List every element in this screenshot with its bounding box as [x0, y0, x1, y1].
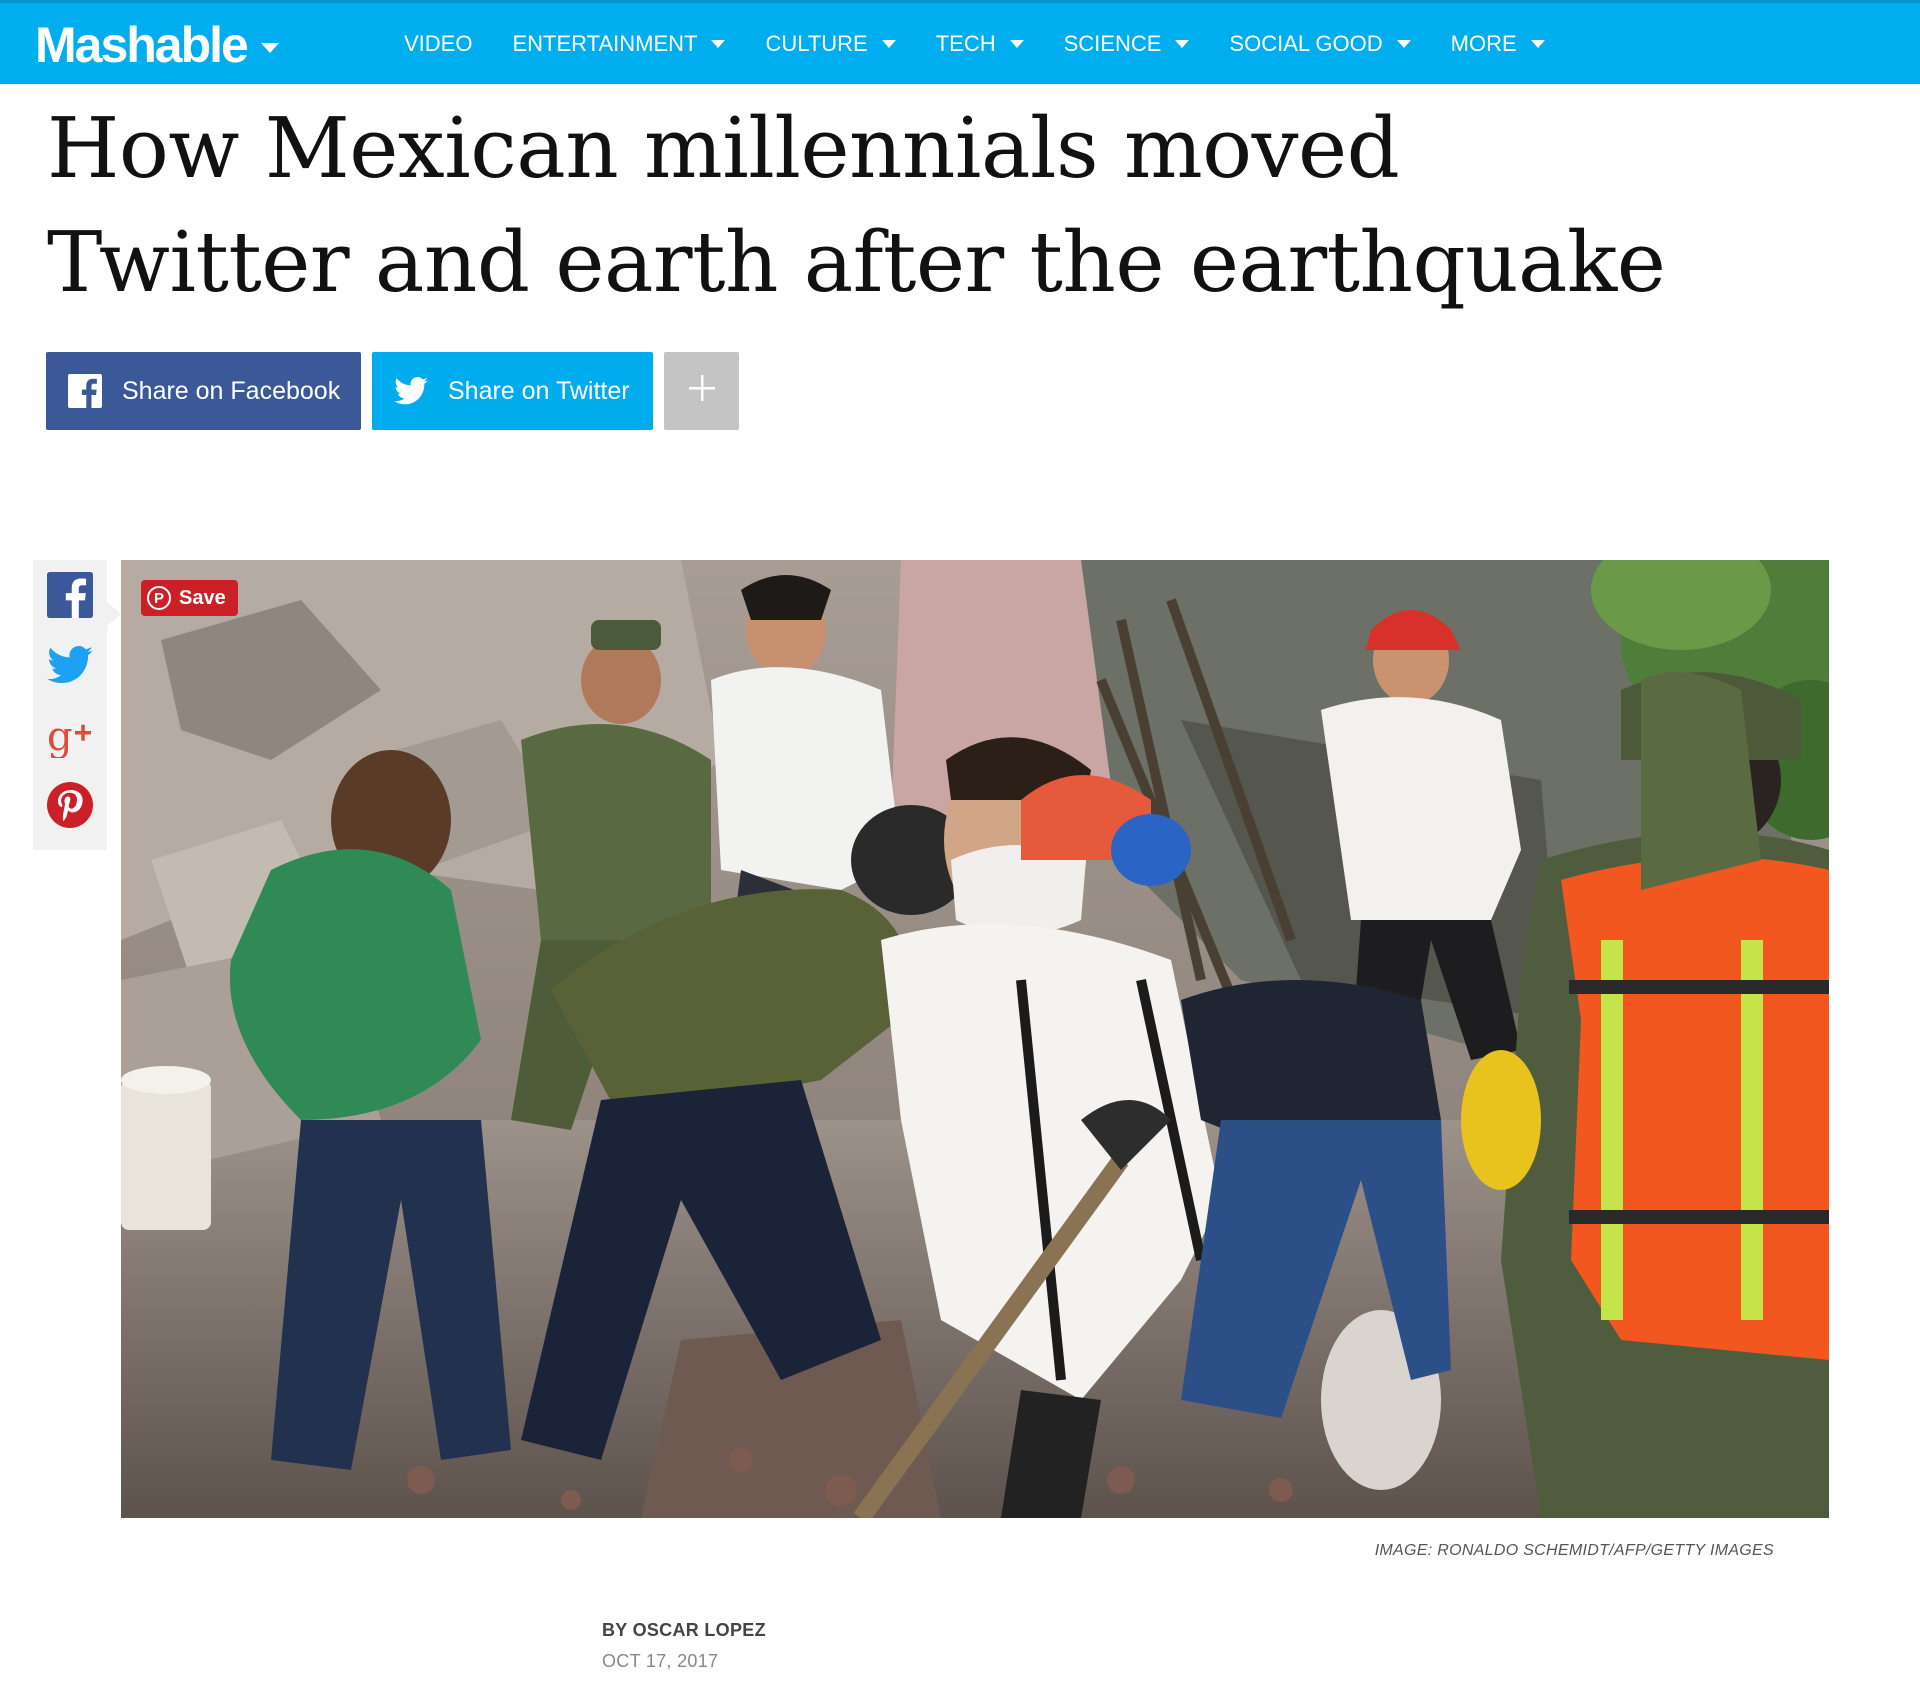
chevron-down-icon — [1009, 39, 1024, 48]
share-more-button[interactable] — [664, 352, 739, 430]
share-facebook-label: Share on Facebook — [122, 376, 341, 405]
chevron-down-icon — [711, 39, 726, 48]
nav-item-science[interactable]: SCIENCE — [1064, 31, 1190, 57]
top-nav-bar: Mashable VIDEO ENTERTAINMENT CULTURE TEC… — [0, 0, 1920, 84]
pinterest-save-button[interactable]: P Save — [141, 580, 238, 616]
author-byline[interactable]: BY OSCAR LOPEZ — [602, 1620, 766, 1641]
share-buttons: Share on Facebook Share on Twitter — [46, 352, 750, 430]
share-twitter-label: Share on Twitter — [448, 376, 630, 405]
image-caption: IMAGE: RONALDO SCHEMIDT/AFP/GETTY IMAGES — [1374, 1542, 1774, 1559]
chevron-down-icon — [1175, 39, 1190, 48]
pin-save-label: Save — [179, 586, 226, 609]
chevron-down-icon — [1396, 39, 1411, 48]
nav-item-label: ENTERTAINMENT — [512, 30, 698, 56]
facebook-icon — [68, 374, 102, 408]
side-share-pinterest[interactable] — [45, 781, 95, 834]
pinterest-icon — [46, 781, 94, 834]
nav-item-tech[interactable]: TECH — [936, 31, 1024, 57]
nav-item-label: SOCIAL GOOD — [1229, 30, 1383, 56]
nav-item-video[interactable]: VIDEO — [404, 31, 472, 57]
headline-line-2: Twitter and earth after the earthquake — [47, 214, 1666, 311]
share-facebook-button[interactable]: Share on Facebook — [46, 352, 361, 430]
article-headline: How Mexican millennials moved Twitter an… — [47, 92, 1807, 320]
nav-item-label: CULTURE — [765, 30, 868, 56]
plus-icon — [687, 373, 717, 410]
logo-chevron-down-icon[interactable] — [260, 43, 279, 53]
svg-text:g: g — [47, 714, 73, 758]
logo-text: Mashable — [35, 17, 249, 73]
pinterest-icon: P — [147, 586, 171, 610]
nav-item-culture[interactable]: CULTURE — [765, 30, 896, 57]
main-nav: VIDEO ENTERTAINMENT CULTURE TECH SCIENCE… — [404, 3, 1585, 84]
chevron-down-icon — [1530, 39, 1545, 48]
nav-item-label: TECH — [935, 30, 996, 56]
nav-item-more[interactable]: MORE — [1451, 31, 1545, 57]
headline-line-1: How Mexican millennials moved — [47, 100, 1400, 197]
nav-item-label: MORE — [1450, 30, 1517, 56]
nav-item-label: VIDEO — [404, 30, 473, 56]
google-plus-icon: g — [45, 712, 95, 763]
side-share-facebook[interactable] — [45, 571, 95, 623]
side-share-google-plus[interactable]: g — [45, 712, 95, 762]
publish-date: OCT 17, 2017 — [602, 1651, 719, 1671]
nav-item-entertainment[interactable]: ENTERTAINMENT — [512, 30, 726, 57]
facebook-icon — [47, 571, 93, 623]
mashable-logo[interactable]: Mashable — [35, 15, 279, 75]
share-twitter-button[interactable]: Share on Twitter — [372, 352, 653, 430]
hero-photo-illustration — [121, 560, 1829, 1518]
side-share-bar: g — [33, 560, 107, 850]
nav-item-social-good[interactable]: SOCIAL GOOD — [1229, 30, 1411, 57]
twitter-icon — [394, 377, 428, 405]
side-share-pointer — [107, 602, 121, 626]
twitter-icon — [47, 645, 93, 689]
side-share-twitter[interactable] — [45, 642, 95, 692]
hero-image — [121, 560, 1829, 1518]
nav-item-label: SCIENCE — [1063, 30, 1162, 56]
chevron-down-icon — [881, 39, 896, 48]
